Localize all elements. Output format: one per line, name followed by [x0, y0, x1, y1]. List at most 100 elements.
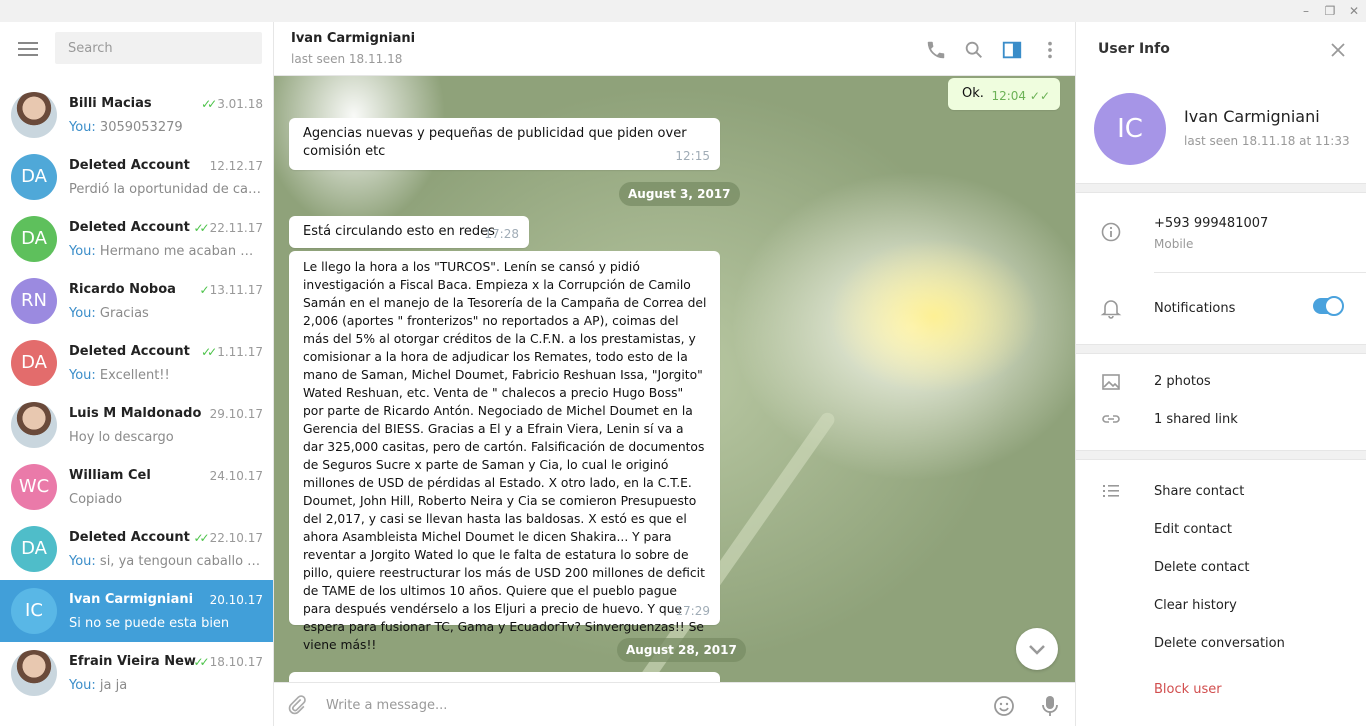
you-prefix: You: — [69, 678, 100, 693]
avatar — [11, 92, 57, 138]
avatar: RN — [11, 278, 57, 324]
hamburger-menu-icon[interactable] — [18, 42, 38, 56]
peer-name[interactable]: Ivan Carmigniani — [291, 31, 415, 46]
search-input[interactable] — [55, 32, 262, 64]
dialog-last-message: You: si, ya tengoun caballo de t... — [69, 554, 261, 569]
message-composer — [274, 682, 1075, 726]
phone-number[interactable]: +593 999481007 — [1154, 216, 1268, 231]
photo-icon — [1102, 374, 1120, 390]
dialog-item[interactable]: DA Deleted Account 12.12.17 Perdió la oport… — [0, 146, 273, 208]
shared-photos-link[interactable]: 2 photos — [1154, 374, 1211, 389]
message-incoming[interactable]: Está circulando esto en redes 17:28 — [289, 216, 529, 248]
dialog-message-text: Perdió la oportunidad de callar — [69, 182, 261, 197]
clear-history-action[interactable]: Clear history — [1154, 598, 1237, 613]
dialog-date-text: 18.10.17 — [209, 655, 263, 669]
dialog-name: William Cel — [69, 468, 151, 483]
phone-label: Mobile — [1154, 237, 1194, 251]
dialog-date-text: 29.10.17 — [209, 407, 263, 421]
restore-icon[interactable]: ❐ — [1322, 3, 1338, 19]
dialog-last-message: Copiado — [69, 492, 261, 507]
dialog-date-text: 24.10.17 — [209, 469, 263, 483]
emoji-icon[interactable] — [992, 694, 1016, 718]
read-check-icon: ✓✓ — [193, 655, 209, 669]
close-icon[interactable] — [1328, 40, 1348, 60]
dialog-item[interactable]: WC William Cel 24.10.17 Copiado — [0, 456, 273, 518]
edit-contact-action[interactable]: Edit contact — [1154, 522, 1232, 537]
message-outgoing[interactable]: Ok. 12:04 ✓✓ — [948, 78, 1060, 110]
dialog-date-text: 20.10.17 — [209, 593, 263, 607]
avatar: DA — [11, 526, 57, 572]
dialog-date: 24.10.17 — [210, 469, 263, 483]
dialog-item[interactable]: Billi Macias ✓✓ 3.01.18 You: 3059053279 — [0, 84, 273, 146]
profile-name: Ivan Carmigniani — [1184, 107, 1320, 126]
notifications-toggle[interactable] — [1313, 296, 1344, 316]
search-icon[interactable] — [963, 39, 985, 61]
message-time: 17:28 — [484, 227, 519, 241]
microphone-icon[interactable] — [1039, 694, 1061, 718]
dialog-message-text: ja ja — [99, 678, 128, 693]
avatar: DA — [11, 340, 57, 386]
dialog-last-message: You: Excellent!! — [69, 368, 261, 383]
you-prefix: You: — [69, 306, 100, 321]
dialog-name: Deleted Account — [69, 530, 190, 545]
divider-line — [1154, 272, 1366, 273]
dialog-date-text: 22.10.17 — [209, 531, 263, 545]
minimize-icon[interactable]: – — [1298, 3, 1314, 19]
dialog-message-text: Excellent!! — [99, 368, 170, 383]
dialog-item[interactable]: RN Ricardo Noboa ✓ 13.11.17 You: Gracias — [0, 270, 273, 332]
block-user-action[interactable]: Block user — [1154, 682, 1222, 697]
dialog-name: Ivan Carmigniani — [69, 592, 194, 607]
dialog-name: Deleted Account — [69, 158, 190, 173]
profile-last-seen: last seen 18.11.18 at 11:33 — [1184, 134, 1350, 148]
shared-links-link[interactable]: 1 shared link — [1154, 412, 1238, 427]
dialog-name: Deleted Account — [69, 344, 190, 359]
avatar — [11, 650, 57, 696]
you-prefix: You: — [69, 554, 100, 569]
message-incoming[interactable]: Agencias nuevas y pequeñas de publicidad… — [289, 118, 720, 170]
bell-icon — [1100, 300, 1122, 319]
dialog-date: ✓✓ 18.10.17 — [193, 655, 263, 669]
dialog-last-message: Perdió la oportunidad de callar — [69, 182, 261, 197]
attach-paperclip-icon[interactable] — [286, 694, 308, 716]
dialog-date-text: 13.11.17 — [209, 283, 263, 297]
message-incoming-partial[interactable] — [289, 672, 720, 682]
dialog-name: Efrain Vieira New — [69, 654, 196, 669]
dialog-date: 12.12.17 — [210, 159, 263, 173]
you-prefix: You: — [69, 368, 100, 383]
section-divider — [1076, 344, 1366, 354]
message-input[interactable] — [326, 693, 926, 717]
dialog-item[interactable]: DA Deleted Account ✓✓ 1.11.17 You: Excellent… — [0, 332, 273, 394]
message-incoming-long[interactable]: Le llego la hora a los "TURCOS". Lenín s… — [289, 251, 720, 652]
message-time: 17:29 — [675, 604, 710, 618]
scroll-to-bottom-button[interactable] — [1016, 628, 1058, 670]
dialog-date-text: 12.12.17 — [209, 159, 263, 173]
more-options-icon[interactable] — [1039, 39, 1061, 61]
dialog-last-message: You: Hermano me acaban de ll... — [69, 244, 261, 259]
avatar: WC — [11, 464, 57, 510]
section-divider — [1076, 450, 1366, 460]
read-check-icon: ✓ — [199, 283, 210, 297]
dialog-date: ✓ 13.11.17 — [200, 283, 264, 297]
dialog-item[interactable]: IC Ivan Carmigniani 20.10.17 Si no se puede… — [0, 580, 273, 642]
profile-avatar[interactable]: IC — [1094, 93, 1166, 165]
message-time: 12:15 — [675, 149, 710, 163]
info-panel-toggle-icon[interactable] — [1001, 39, 1023, 61]
toggle-knob — [1324, 296, 1344, 316]
delete-conversation-action[interactable]: Delete conversation — [1154, 636, 1285, 651]
dialog-item[interactable]: Luis M Maldonado 29.10.17 Hoy lo descargo — [0, 394, 273, 456]
dialog-item[interactable]: DA Deleted Account ✓✓ 22.11.17 You: Hermano … — [0, 208, 273, 270]
read-check-icon: ✓✓ — [1029, 89, 1050, 103]
dialog-message-text: Hermano me acaban de ll... — [99, 244, 261, 259]
read-check-icon: ✓✓ — [193, 531, 209, 545]
message-text: Está circulando esto en redes — [303, 224, 495, 239]
info-panel-title: User Info — [1098, 41, 1170, 57]
message-text: Agencias nuevas y pequeñas de publicidad… — [303, 126, 687, 159]
share-contact-action[interactable]: Share contact — [1154, 484, 1244, 499]
close-window-icon[interactable]: ✕ — [1346, 3, 1362, 19]
phone-call-icon[interactable] — [925, 39, 947, 61]
info-icon — [1101, 222, 1121, 242]
delete-contact-action[interactable]: Delete contact — [1154, 560, 1250, 575]
message-text: Ok. — [962, 86, 984, 101]
dialog-item[interactable]: Efrain Vieira New ✓✓ 18.10.17 You: ja ja — [0, 642, 273, 704]
dialog-item[interactable]: DA Deleted Account ✓✓ 22.10.17 You: si, ya t… — [0, 518, 273, 580]
